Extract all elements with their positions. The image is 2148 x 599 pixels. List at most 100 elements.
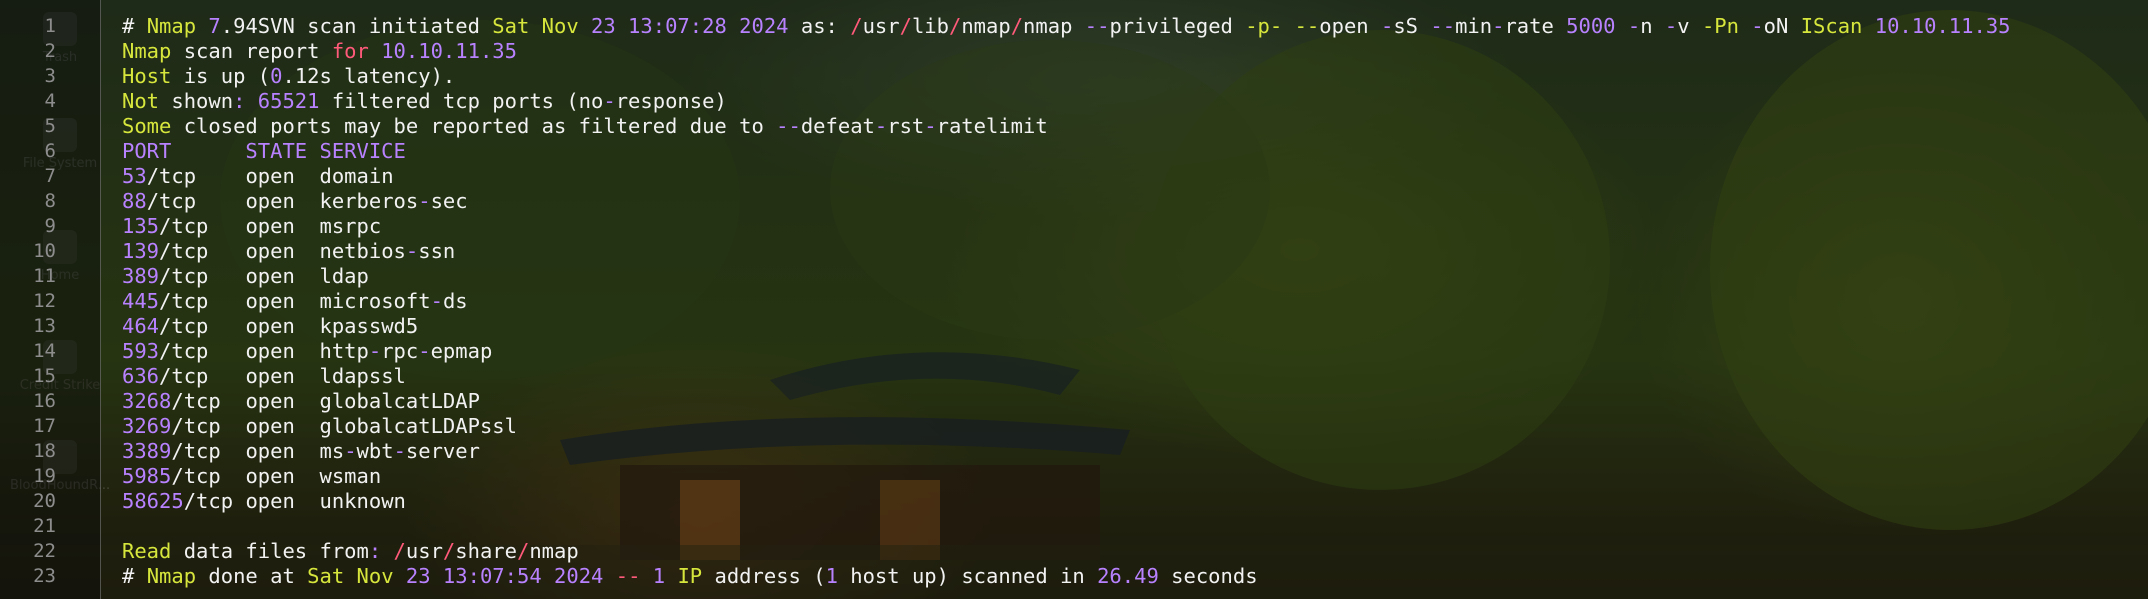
- scan-command-line: # Nmap 7.94SVN scan initiated Sat Nov 23…: [122, 14, 2132, 39]
- flag-dash: -: [1738, 14, 1764, 38]
- port-protocol: /tcp: [171, 389, 246, 413]
- target-ip: 10.10.11.35: [1862, 14, 2011, 38]
- port-number: 445: [122, 289, 160, 313]
- flag-dash: -: [1664, 14, 1678, 38]
- number: 0: [270, 64, 283, 88]
- flag: open: [1319, 14, 1381, 38]
- data-files-line: Read data files from: /usr/share/nmap: [122, 539, 2132, 564]
- output-file: IScan: [1800, 14, 1863, 38]
- text: host up) scanned in: [837, 564, 1098, 588]
- number: 1: [825, 564, 838, 588]
- port-service: netbios: [319, 239, 406, 263]
- path-separator: /: [1010, 14, 1024, 38]
- path-separator: /: [442, 539, 456, 563]
- port-number: 3269: [122, 414, 172, 438]
- port-row: 5985/tcp open wsman: [122, 464, 2132, 489]
- punctuation: -: [393, 439, 406, 463]
- flag: -Pn: [1701, 14, 1739, 38]
- flag-dash: -: [1381, 14, 1394, 38]
- port-protocol: /tcp: [146, 189, 246, 213]
- path-separator: /: [850, 14, 863, 38]
- port-service: kpasswd5: [319, 314, 419, 338]
- punctuation: -: [344, 439, 357, 463]
- port-service: ldapssl: [319, 364, 406, 388]
- port-row: 58625/tcp open unknown: [122, 489, 2132, 514]
- line-number: 5: [44, 115, 56, 137]
- port-state: open: [245, 439, 320, 463]
- port-row: 53/tcp open domain: [122, 164, 2132, 189]
- number: 5000: [1566, 14, 1616, 38]
- punctuation: -: [418, 339, 431, 363]
- text: filtered tcp ports (no: [319, 89, 604, 113]
- line-number: 20: [33, 490, 56, 512]
- number: 26.49: [1097, 564, 1159, 588]
- text: 94SVN scan initiated: [233, 14, 493, 38]
- port-state: open: [245, 339, 320, 363]
- text: address (: [702, 564, 826, 588]
- port-number: 88: [122, 189, 147, 213]
- port-number: 636: [122, 364, 160, 388]
- port-state: open: [245, 414, 320, 438]
- scan-done-line: # Nmap done at Sat Nov 23 13:07:54 2024 …: [122, 564, 2132, 589]
- path-segment: usr: [405, 539, 443, 563]
- terminal-window[interactable]: 1 2 3 4 5 6 7 8 9 10 11 12 13 14 15 16 1…: [0, 0, 2148, 599]
- port-service: unknown: [319, 489, 406, 513]
- port-service: microsoft: [319, 289, 431, 313]
- keyword: Sat Nov: [307, 564, 394, 588]
- line-number: 7: [44, 165, 56, 187]
- line-number: 15: [33, 365, 56, 387]
- path-separator: /: [899, 14, 912, 38]
- line-number: 9: [44, 215, 56, 237]
- port-row: 3269/tcp open globalcatLDAPssl: [122, 414, 2132, 439]
- flag: ratelimit: [936, 114, 1048, 138]
- terminal-text[interactable]: # Nmap 7.94SVN scan initiated Sat Nov 23…: [122, 14, 2132, 589]
- port-service: globalcatLDAPssl: [319, 414, 517, 438]
- text: scan report: [171, 39, 332, 63]
- port-protocol: /tcp: [146, 164, 246, 188]
- port-protocol: /tcp: [159, 214, 246, 238]
- line-number: 1: [44, 15, 56, 37]
- port-service: wbt: [356, 439, 394, 463]
- flag: rate: [1504, 14, 1567, 38]
- path-separator: /: [516, 539, 530, 563]
- text: as:: [788, 14, 851, 38]
- number: 1: [652, 564, 666, 588]
- port-protocol: /tcp: [171, 464, 246, 488]
- port-service: kerberos: [319, 189, 419, 213]
- port-protocol: /tcp: [171, 439, 246, 463]
- line-number: 18: [33, 440, 56, 462]
- port-service: epmap: [430, 339, 493, 363]
- port-state: open: [245, 214, 320, 238]
- path-separator: /: [393, 539, 406, 563]
- keyword: Host: [122, 64, 172, 88]
- port-row: 88/tcp open kerberos-sec: [122, 189, 2132, 214]
- port-service: http: [319, 339, 369, 363]
- port-state: open: [245, 489, 320, 513]
- path-segment: nmap: [961, 14, 1011, 38]
- not-shown-line: Not shown: 65521 filtered tcp ports (no-…: [122, 89, 2132, 114]
- line-number-gutter: 1 2 3 4 5 6 7 8 9 10 11 12 13 14 15 16 1…: [0, 0, 101, 599]
- port-state: open: [245, 389, 320, 413]
- punctuation: :: [368, 539, 394, 563]
- path-segment: share: [455, 539, 517, 563]
- port-number: 389: [122, 264, 160, 288]
- comment-marker: #: [122, 564, 147, 588]
- port-number: 58625: [122, 489, 184, 513]
- flag-dash: --: [1430, 14, 1456, 38]
- port-state: open: [245, 264, 320, 288]
- port-state: open: [245, 189, 320, 213]
- flag: privileged: [1109, 14, 1246, 38]
- port-protocol: /tcp: [171, 414, 246, 438]
- keyword: Nmap: [122, 39, 172, 63]
- port-number: 139: [122, 239, 160, 263]
- keyword: Nmap: [146, 564, 197, 588]
- keyword: Sat Nov: [492, 14, 579, 38]
- port-state: open: [245, 464, 320, 488]
- port-row: 3389/tcp open ms-wbt-server: [122, 439, 2132, 464]
- keyword: IP: [665, 564, 703, 588]
- line-number: 21: [33, 515, 56, 537]
- line-number: 16: [33, 390, 56, 412]
- text: response): [615, 89, 727, 113]
- text: done at: [196, 564, 308, 588]
- punctuation: -: [603, 89, 616, 113]
